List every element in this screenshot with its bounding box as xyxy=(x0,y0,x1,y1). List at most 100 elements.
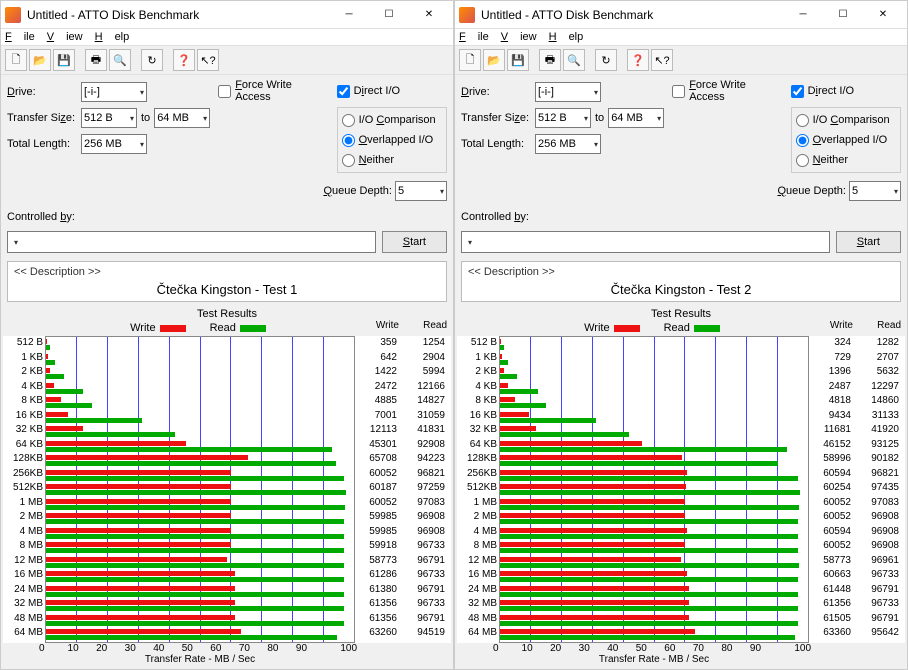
print-icon[interactable]: 🖶 xyxy=(85,49,107,71)
whatsthis-icon[interactable]: ↖? xyxy=(651,49,673,71)
start-button[interactable]: Start xyxy=(836,231,901,253)
bar-row xyxy=(46,395,354,410)
write-value: 61356 xyxy=(355,612,403,627)
bar-row xyxy=(500,598,808,613)
bar-row xyxy=(46,366,354,381)
maximize-button[interactable]: ☐ xyxy=(369,3,409,27)
length-combo[interactable]: 256 MB xyxy=(535,134,601,154)
close-button[interactable]: ✕ xyxy=(409,3,449,27)
write-value: 61286 xyxy=(355,568,403,583)
write-bar xyxy=(500,571,687,576)
read-value: 5632 xyxy=(857,365,905,380)
read-bar xyxy=(46,418,142,423)
controlled-by-combo[interactable] xyxy=(461,231,830,253)
menu-help[interactable]: Help xyxy=(549,31,584,43)
read-bar xyxy=(46,621,344,626)
overlapped-io-radio[interactable] xyxy=(796,134,809,147)
write-value: 60254 xyxy=(809,481,857,496)
x-tick: 80 xyxy=(721,643,750,654)
refresh-icon[interactable]: ↻ xyxy=(141,49,163,71)
save-icon[interactable]: 💾 xyxy=(53,49,75,71)
y-label: 512KB xyxy=(3,481,45,496)
direct-io-checkbox[interactable] xyxy=(791,85,804,98)
transfer-from-combo[interactable]: 512 B xyxy=(81,108,137,128)
transfer-to-combo[interactable]: 64 MB xyxy=(154,108,210,128)
drive-combo[interactable]: [-i-] xyxy=(535,82,601,102)
menu-file[interactable]: File xyxy=(459,31,489,43)
force-write-checkbox[interactable] xyxy=(218,85,231,98)
transfer-to-combo[interactable]: 64 MB xyxy=(608,108,664,128)
legend-write: Write xyxy=(130,322,189,334)
print-icon[interactable]: 🖶 xyxy=(539,49,561,71)
close-button[interactable]: ✕ xyxy=(863,3,903,27)
write-value: 59985 xyxy=(355,525,403,540)
write-bar xyxy=(46,542,231,547)
neither-radio[interactable] xyxy=(342,154,355,167)
zoom-icon[interactable]: 🔍 xyxy=(563,49,585,71)
io-comparison-radio[interactable] xyxy=(342,114,355,127)
bar-row xyxy=(500,627,808,642)
read-value: 96908 xyxy=(403,525,451,540)
io-comparison-radio[interactable] xyxy=(796,114,809,127)
read-bar xyxy=(46,490,346,495)
y-label: 12 MB xyxy=(3,554,45,569)
neither-radio[interactable] xyxy=(796,154,809,167)
controlled-by-combo[interactable] xyxy=(7,231,376,253)
help-icon[interactable]: ❓ xyxy=(627,49,649,71)
bar-chart xyxy=(499,336,809,643)
write-value: 61448 xyxy=(809,583,857,598)
minimize-button[interactable]: ─ xyxy=(329,3,369,27)
transfer-label: Transfer Size: xyxy=(461,112,535,124)
whatsthis-icon[interactable]: ↖? xyxy=(197,49,219,71)
bar-row xyxy=(500,482,808,497)
direct-io-checkbox[interactable] xyxy=(337,85,350,98)
zoom-icon[interactable]: 🔍 xyxy=(109,49,131,71)
refresh-icon[interactable]: ↻ xyxy=(595,49,617,71)
new-icon[interactable]: 🗋 xyxy=(5,49,27,71)
queue-depth-combo[interactable]: 5 xyxy=(395,181,447,201)
write-bar xyxy=(500,557,681,562)
read-bar xyxy=(500,476,798,481)
minimize-button[interactable]: ─ xyxy=(783,3,823,27)
menu-view[interactable]: View xyxy=(501,31,537,43)
force-write-checkbox[interactable] xyxy=(672,85,685,98)
start-button[interactable]: Start xyxy=(382,231,447,253)
overlapped-io-radio[interactable] xyxy=(342,134,355,147)
y-label: 2 MB xyxy=(457,510,499,525)
write-value: 58996 xyxy=(809,452,857,467)
transfer-from-combo[interactable]: 512 B xyxy=(535,108,591,128)
menu-view[interactable]: View xyxy=(47,31,83,43)
write-value: 729 xyxy=(809,351,857,366)
y-label: 256KB xyxy=(3,467,45,482)
new-icon[interactable]: 🗋 xyxy=(459,49,481,71)
x-tick: 40 xyxy=(153,643,182,654)
read-bar xyxy=(500,519,798,524)
read-value: 2707 xyxy=(857,351,905,366)
x-tick: 0 xyxy=(39,643,68,654)
y-label: 64 MB xyxy=(3,626,45,641)
bar-row xyxy=(46,613,354,628)
menu-help[interactable]: Help xyxy=(95,31,130,43)
length-combo[interactable]: 256 MB xyxy=(81,134,147,154)
read-value: 97435 xyxy=(857,481,905,496)
x-tick: 100 xyxy=(782,643,811,654)
x-tick: 30 xyxy=(579,643,608,654)
drive-combo[interactable]: [-i-] xyxy=(81,82,147,102)
menu-file[interactable]: File xyxy=(5,31,35,43)
open-icon[interactable]: 📂 xyxy=(29,49,51,71)
bar-row xyxy=(46,453,354,468)
write-bar xyxy=(46,368,50,373)
y-label: 16 MB xyxy=(457,568,499,583)
queue-depth-label: Queue Depth: xyxy=(323,185,395,197)
open-icon[interactable]: 📂 xyxy=(483,49,505,71)
y-label: 16 KB xyxy=(3,409,45,424)
bar-row xyxy=(500,453,808,468)
read-value: 14827 xyxy=(403,394,451,409)
maximize-button[interactable]: ☐ xyxy=(823,3,863,27)
y-label: 32 KB xyxy=(457,423,499,438)
read-value: 96908 xyxy=(403,510,451,525)
save-icon[interactable]: 💾 xyxy=(507,49,529,71)
help-icon[interactable]: ❓ xyxy=(173,49,195,71)
bar-row xyxy=(46,540,354,555)
queue-depth-combo[interactable]: 5 xyxy=(849,181,901,201)
